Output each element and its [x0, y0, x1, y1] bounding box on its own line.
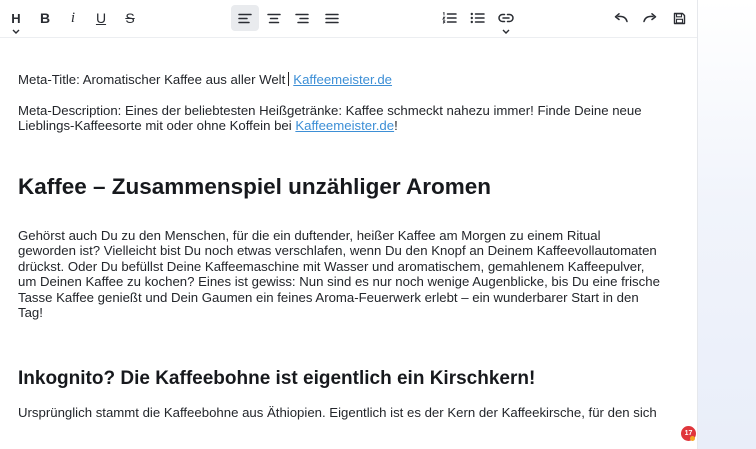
heading-icon: H: [11, 10, 21, 26]
text-editor: H B i U S Meta-Title: Aromatischer Kaffe…: [0, 0, 698, 449]
italic-icon: i: [70, 9, 76, 26]
heading-button[interactable]: H: [2, 5, 30, 34]
meta-description-link[interactable]: Kaffeemeister.de: [295, 118, 394, 133]
meta-description-suffix: !: [394, 118, 398, 133]
save-button[interactable]: [665, 5, 693, 31]
status-dot: [690, 436, 695, 441]
meta-title-link[interactable]: Kaffeemeister.de: [293, 72, 392, 87]
paragraph-line: Gehörst auch Du zu den Menschen, für die…: [18, 227, 601, 243]
paragraph-line: Tasse Kaffee genießt und Dein Gaumen ein…: [18, 289, 639, 305]
document-content[interactable]: Meta-Title: Aromatischer Kaffee aus alle…: [18, 72, 678, 420]
align-justify-icon: [325, 13, 339, 23]
underline-button[interactable]: U: [87, 5, 115, 31]
meta-title: Meta-Title: Aromatischer Kaffee aus alle…: [18, 72, 678, 88]
bold-button[interactable]: B: [31, 5, 59, 31]
link-icon: [498, 13, 514, 23]
bullet-list-button[interactable]: [463, 5, 491, 31]
strikethrough-button[interactable]: S: [116, 5, 144, 31]
paragraph-line: geworden ist? Vielleicht bist Du noch et…: [18, 243, 657, 258]
align-justify-button[interactable]: [318, 5, 346, 31]
bold-icon: B: [39, 10, 51, 26]
chevron-down-icon: [502, 29, 510, 34]
paragraph-line: drückst. Oder Du befüllst Deine Kaffeema…: [18, 258, 645, 274]
save-icon: [673, 12, 685, 24]
ordered-list-icon: [441, 12, 457, 24]
redo-icon: [643, 13, 657, 23]
align-left-button[interactable]: [231, 5, 259, 31]
align-left-icon: [238, 13, 252, 23]
meta-description: Meta-Description: Eines der beliebtesten…: [18, 103, 668, 134]
undo-icon: [614, 13, 628, 23]
paragraph-line: Tag!: [18, 305, 43, 320]
ordered-list-button[interactable]: [435, 5, 463, 31]
paragraph-2: Ursprünglich stammt die Kaffeebohne aus …: [18, 404, 657, 420]
paragraph-line: um Deinen Kaffee zu kochen? Eines ist ge…: [18, 274, 660, 289]
heading-2: Inkognito? Die Kaffeebohne ist eigentlic…: [18, 367, 536, 389]
strikethrough-icon: S: [125, 10, 135, 26]
align-right-button[interactable]: [288, 5, 316, 31]
undo-button[interactable]: [607, 5, 635, 31]
align-center-icon: [267, 13, 281, 23]
background-panel: [698, 0, 756, 449]
chevron-down-icon: [12, 29, 20, 34]
underline-icon: U: [95, 10, 107, 26]
editor-toolbar: H B i U S: [0, 0, 697, 38]
heading-1: Kaffee – Zusammenspiel unzähliger Aromen: [18, 173, 492, 199]
paragraph-1: Gehörst auch Du zu den Menschen, für die…: [18, 228, 678, 321]
italic-button[interactable]: i: [59, 5, 87, 31]
align-right-icon: [295, 13, 309, 23]
bullet-list-icon: [470, 12, 485, 24]
redo-button[interactable]: [636, 5, 664, 31]
align-center-button[interactable]: [260, 5, 288, 31]
meta-title-text: Meta-Title: Aromatischer Kaffee aus alle…: [18, 72, 286, 87]
text-cursor: [288, 72, 290, 86]
link-button[interactable]: [492, 5, 520, 34]
